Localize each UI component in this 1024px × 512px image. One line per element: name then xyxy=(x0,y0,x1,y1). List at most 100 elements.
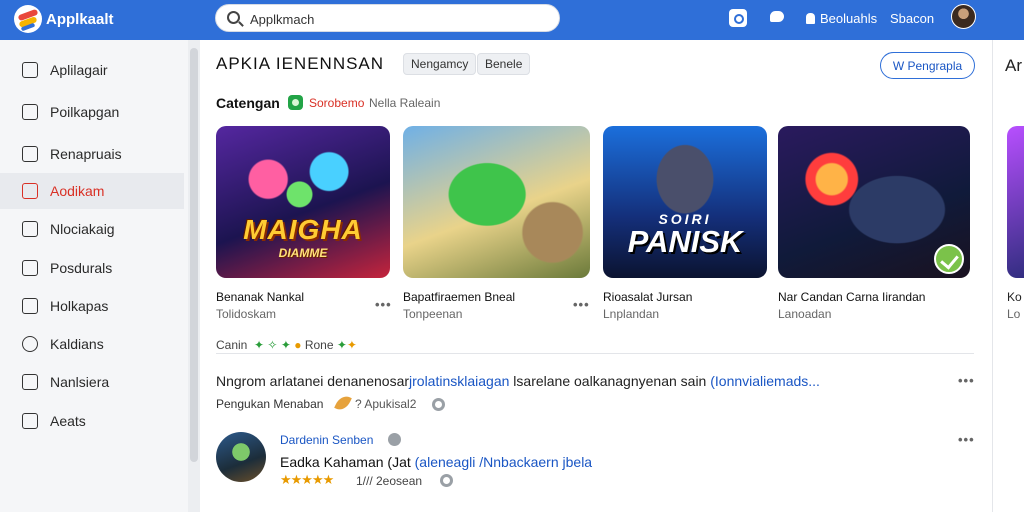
rating-stars: ★★★★★ xyxy=(280,472,334,487)
home-icon xyxy=(22,62,38,78)
store-icon xyxy=(22,298,38,314)
more-options-icon[interactable]: ••• xyxy=(573,297,590,312)
app-name[interactable]: Rioasalat Jursan xyxy=(603,290,692,304)
app-artwork[interactable] xyxy=(1007,126,1024,278)
sidebar-item-label: Nlociakaig xyxy=(50,221,115,237)
sidebar-item-poilkapgan[interactable]: Poilkapgan xyxy=(0,94,184,130)
review-link[interactable]: (aleneagli /Nnbackaern jbela xyxy=(415,454,592,470)
sidebar-item-aplilagair[interactable]: Aplilagair xyxy=(0,52,184,88)
app-developer: Tonpeenan xyxy=(403,307,463,321)
app-name[interactable]: Benanak Nankal xyxy=(216,290,304,304)
filter-chip-nengamcy[interactable]: Nengamcy xyxy=(403,53,477,75)
grid-icon xyxy=(22,260,38,276)
app-artwork[interactable] xyxy=(778,126,970,278)
sidebar-item-kaldians[interactable]: Kaldians xyxy=(0,326,184,362)
leaf-icon xyxy=(334,393,352,413)
sidebar-item-label: Renapruais xyxy=(50,146,122,162)
sidebar-scrollbar-thumb[interactable] xyxy=(190,48,198,462)
app-name[interactable]: Ko xyxy=(1007,290,1022,304)
app-card[interactable]: MAIGHA DIAMME Benanak Nankal Tolidoskam xyxy=(216,126,392,326)
book-icon xyxy=(22,221,38,237)
app-card[interactable]: Bapatfiraemen Bneal Tonpeenan xyxy=(403,126,593,326)
sparkle-icon: ✦ ✧ ✦ xyxy=(250,338,291,352)
app-artwork[interactable]: SOIRI PANISK xyxy=(603,126,767,278)
sidebar-item-label: Nanlsiera xyxy=(50,374,110,390)
app-artwork[interactable] xyxy=(403,126,590,278)
app-developer: Lanoadan xyxy=(778,307,832,321)
section-subtitle: Nella Raleain xyxy=(369,96,441,110)
sidebar-item-aodikam[interactable]: Aodikam xyxy=(0,173,184,209)
review-meta: 1/// 2eosean xyxy=(356,474,423,488)
more-options-icon[interactable]: ••• xyxy=(958,432,975,447)
face-icon: ● xyxy=(294,338,302,352)
sidebar: Aplilagair Poilkapgan Renapruais Aodikam… xyxy=(0,40,188,512)
filter-chip-benele[interactable]: Benele xyxy=(477,53,531,75)
sidebar-item-aeats[interactable]: Aeats xyxy=(0,403,184,439)
app-card[interactable]: Nar Candan Carna Iirandan Lanoadan xyxy=(778,126,970,326)
bookmark-icon xyxy=(22,374,38,390)
category-icon xyxy=(288,95,303,110)
sidebar-item-label: Aodikam xyxy=(50,183,105,199)
artwork-subtitle: PANISK xyxy=(627,224,743,259)
search-icon xyxy=(227,11,240,24)
reviewer-avatar[interactable] xyxy=(216,432,266,482)
sidebar-item-label: Aplilagair xyxy=(50,62,108,78)
pengrapla-button[interactable]: W Pengrapla xyxy=(880,52,975,79)
top-link-profile[interactable]: Beoluahls xyxy=(820,11,877,26)
app-name[interactable]: Nar Candan Carna Iirandan xyxy=(778,290,925,304)
top-bar: Applkaalt Beoluahls Sbacon xyxy=(0,0,1024,40)
more-options-icon[interactable]: ••• xyxy=(958,373,975,388)
camera-icon[interactable] xyxy=(729,9,747,27)
sidebar-item-renapruais[interactable]: Renapruais xyxy=(0,136,184,172)
edit-icon xyxy=(22,413,38,429)
right-panel: Ar Ko Lo xyxy=(992,40,1024,512)
post-text-mid: lsarelane oalkanagnyenan sain xyxy=(509,373,711,389)
post-text-plain: Nngrom arlatanei denanenosar xyxy=(216,373,410,389)
tag-suffix: Rone xyxy=(304,338,334,352)
user-avatar[interactable] xyxy=(951,4,976,29)
review-text-plain: Eadka Kahaman (Jat xyxy=(280,454,415,470)
app-artwork[interactable]: MAIGHA DIAMME xyxy=(216,126,390,278)
section-highlight[interactable]: Sorobemo xyxy=(309,96,364,110)
sparkle-icon: ✦ xyxy=(336,338,347,352)
verified-icon xyxy=(388,433,401,446)
sidebar-item-nanlsiera[interactable]: Nanlsiera xyxy=(0,364,184,400)
globe-icon xyxy=(440,474,453,487)
globe-icon xyxy=(432,398,445,411)
sidebar-item-label: Holkapas xyxy=(50,298,109,314)
app-title[interactable]: Applkaalt xyxy=(46,11,114,28)
sidebar-item-posdurals[interactable]: Posdurals xyxy=(0,250,184,286)
reviewer-name[interactable]: Dardenin Senben xyxy=(280,433,373,447)
more-options-icon[interactable]: ••• xyxy=(375,297,392,312)
top-link-account[interactable]: Sbacon xyxy=(890,11,934,26)
review-text: Eadka Kahaman (Jat (aleneagli /Nnbackaer… xyxy=(280,454,592,470)
post-text: Nngrom arlatanei denanenosarjrolatinskla… xyxy=(216,373,820,389)
post-link-more[interactable]: (Ionnvialiemads... xyxy=(710,373,820,389)
app-card[interactable]: SOIRI PANISK Rioasalat Jursan Lnplandan xyxy=(603,126,769,326)
post-author[interactable]: Pengukan Menaban xyxy=(216,397,323,411)
app-developer: Lnplandan xyxy=(603,307,660,321)
tag-prefix: Canin xyxy=(216,338,248,352)
chat-icon[interactable] xyxy=(768,9,786,27)
artwork-subtitle: DIAMME xyxy=(278,246,328,260)
sidebar-item-nlociakaig[interactable]: Nlociakaig xyxy=(0,211,184,247)
sidebar-item-label: Poilkapgan xyxy=(50,104,120,120)
chart-icon xyxy=(22,146,38,162)
app-developer: Tolidoskam xyxy=(216,307,277,321)
app-logo-icon[interactable] xyxy=(14,5,42,33)
divider xyxy=(216,353,974,354)
section-title: Catengan xyxy=(216,95,280,111)
sparkle-icon: ✦ xyxy=(346,338,357,352)
list-icon xyxy=(22,104,38,120)
post-link[interactable]: jrolatinsklaiagan xyxy=(409,373,509,389)
sidebar-item-holkapas[interactable]: Holkapas xyxy=(0,288,184,324)
app-name[interactable]: Bapatfiraemen Bneal xyxy=(403,290,515,304)
sidebar-item-label: Posdurals xyxy=(50,260,113,276)
sidebar-item-label: Kaldians xyxy=(50,336,104,352)
settings-icon xyxy=(22,336,38,352)
search-bar[interactable] xyxy=(215,4,560,32)
app-developer: Lo xyxy=(1007,307,1021,321)
apps-icon xyxy=(22,183,38,199)
main-panel: APKIA IENENNSAN Nengamcy Benele W Pengra… xyxy=(200,40,992,512)
search-input[interactable] xyxy=(250,9,540,29)
